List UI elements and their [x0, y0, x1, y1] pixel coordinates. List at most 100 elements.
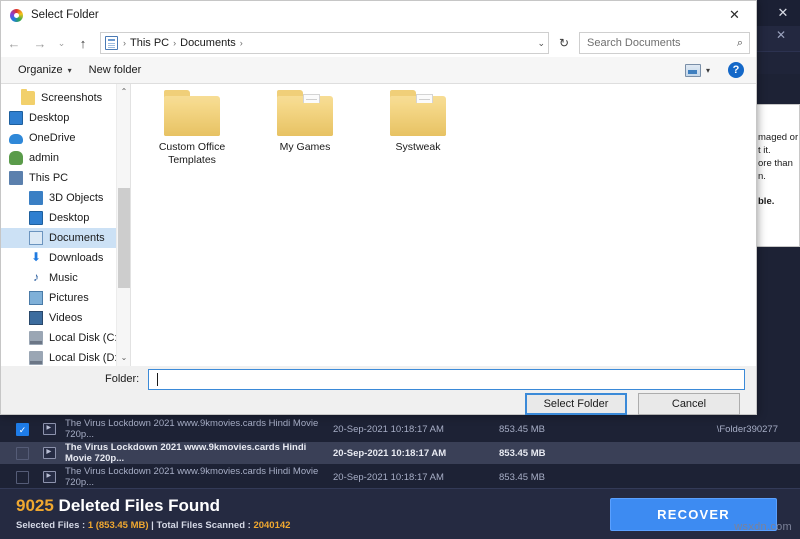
folder-content-pane[interactable]: Custom Office Templates My Games Systwea… — [131, 84, 756, 366]
view-chevron-down-icon[interactable]: ▾ — [706, 66, 710, 75]
folder-field-row: Folder: — [1, 366, 756, 392]
folder-item-my-games[interactable]: My Games — [262, 90, 348, 167]
file-name: The Virus Lockdown 2021 www.9kmovies.car… — [65, 466, 319, 488]
help-icon[interactable]: ? — [728, 62, 744, 78]
pc-icon — [9, 171, 23, 185]
address-bar[interactable]: › This PC › Documents › ⌄ — [100, 32, 549, 54]
tree-list: Screenshots Desktop OneDrive admin This … — [1, 84, 130, 366]
tree-item-label: Music — [49, 272, 78, 284]
forward-button[interactable]: → — [27, 30, 53, 56]
select-folder-dialog: Select Folder ✕ ← → ⌄ ↑ › This PC › Docu… — [0, 0, 757, 415]
file-date: 20-Sep-2021 10:18:17 AM — [333, 423, 444, 435]
navigation-bar: ← → ⌄ ↑ › This PC › Documents › ⌄ ↻ Sear… — [1, 29, 756, 57]
tree-item-label: OneDrive — [29, 132, 76, 144]
folder-grid: Custom Office Templates My Games Systwea… — [149, 90, 461, 167]
monitor-icon — [29, 211, 43, 225]
change-view-icon[interactable] — [684, 63, 701, 77]
row-checkbox[interactable] — [16, 446, 29, 460]
deleted-files-headline: 9025 Deleted Files Found — [16, 496, 220, 516]
folder-icon — [277, 90, 333, 136]
watermark: wsxdn.com — [734, 521, 792, 533]
download-icon: ⬇ — [30, 250, 42, 264]
row-checkbox[interactable] — [16, 470, 29, 484]
chevron-down-icon[interactable]: ▾ — [68, 66, 72, 75]
scroll-up-icon[interactable]: ⌃ — [117, 84, 130, 100]
tree-scrollbar[interactable]: ⌃ ⌄ — [116, 84, 130, 366]
tree-item-this-pc[interactable]: This PC — [1, 168, 130, 188]
breadcrumb-this-pc[interactable]: This PC — [126, 37, 173, 49]
tree-item-label: Pictures — [49, 292, 89, 304]
search-icon: ⌕ — [736, 36, 743, 49]
deleted-files-label: Deleted Files Found — [53, 496, 221, 515]
video-file-icon — [43, 423, 56, 435]
recent-locations-button[interactable]: ⌄ — [53, 30, 70, 56]
app-close-button[interactable]: ✕ — [766, 0, 800, 26]
tree-item-label: This PC — [29, 172, 69, 184]
select-folder-button[interactable]: Select Folder — [525, 393, 627, 415]
search-input[interactable]: Search Documents — [587, 37, 681, 49]
tree-item-pictures[interactable]: Pictures — [1, 288, 130, 308]
tree-item-onedrive[interactable]: OneDrive — [1, 128, 130, 148]
tree-item-label: Local Disk (D:) — [49, 352, 122, 364]
folder-label: Custom Office Templates — [158, 141, 226, 166]
tree-item-documents[interactable]: Documents — [1, 228, 130, 248]
up-button[interactable]: ↑ — [70, 30, 96, 56]
selected-files-label: Selected Files : — [16, 520, 88, 531]
scroll-down-icon[interactable]: ⌄ — [117, 350, 130, 366]
folder-item-systweak[interactable]: Systweak — [375, 90, 461, 167]
music-icon: ♪ — [33, 270, 39, 284]
info-popup-line-3: ore than — [758, 158, 793, 169]
folder-icon — [164, 90, 220, 136]
tree-item-label: Local Disk (C:) — [49, 332, 122, 344]
row-checkbox[interactable]: ✓ — [16, 422, 29, 436]
tree-item-desktop-pc[interactable]: Desktop — [1, 208, 130, 228]
video-file-icon — [43, 447, 56, 459]
new-folder-button[interactable]: New folder — [89, 64, 142, 76]
organize-button[interactable]: Organize — [18, 64, 63, 76]
dialog-body: Screenshots Desktop OneDrive admin This … — [1, 84, 756, 366]
tree-item-music[interactable]: ♪ Music — [1, 268, 130, 288]
tree-item-admin[interactable]: admin — [1, 148, 130, 168]
folder-item-custom-office-templates[interactable]: Custom Office Templates — [149, 90, 235, 167]
user-icon — [9, 151, 23, 165]
tree-item-downloads[interactable]: ⬇ Downloads — [1, 248, 130, 268]
tree-item-label: Documents — [49, 232, 105, 244]
dialog-buttons: Select Folder Cancel — [525, 393, 740, 415]
selected-files-value: 1 (853.45 MB) — [87, 520, 149, 531]
file-size: 853.45 MB — [499, 423, 545, 435]
table-row[interactable]: The Virus Lockdown 2021 www.9kmovies.car… — [0, 442, 800, 464]
tree-item-3d-objects[interactable]: 3D Objects — [1, 188, 130, 208]
tree-item-label: Desktop — [49, 212, 90, 224]
info-popup-line-1: maged or — [758, 132, 799, 143]
address-dropdown-icon[interactable]: ⌄ — [537, 38, 545, 49]
scrollbar-thumb[interactable] — [118, 188, 130, 288]
deleted-files-count: 9025 — [16, 496, 54, 515]
tree-item-label: Desktop — [29, 112, 70, 124]
documents-icon — [29, 231, 43, 245]
tree-item-videos[interactable]: Videos — [1, 308, 130, 328]
dialog-titlebar: Select Folder ✕ — [1, 1, 756, 29]
refresh-button[interactable]: ↻ — [553, 32, 575, 54]
pictures-icon — [29, 291, 43, 305]
tree-item-screenshots[interactable]: Screenshots — [1, 88, 130, 108]
folder-name-input[interactable] — [148, 368, 746, 390]
folder-icon — [21, 89, 35, 105]
folder-location-icon — [105, 36, 118, 50]
tree-item-local-disk-d[interactable]: Local Disk (D:) — [1, 348, 130, 366]
info-popup: maged or t it. ore than n. ble. — [755, 104, 800, 247]
info-popup-line-4: n. — [758, 171, 766, 182]
breadcrumb-documents[interactable]: Documents — [176, 37, 240, 49]
search-box[interactable]: Search Documents ⌕ — [579, 32, 750, 54]
table-row[interactable]: The Virus Lockdown 2021 www.9kmovies.car… — [0, 466, 800, 488]
table-row[interactable]: ✓ The Virus Lockdown 2021 www.9kmovies.c… — [0, 418, 800, 440]
tree-item-desktop[interactable]: Desktop — [1, 108, 130, 128]
folder-label: Systweak — [395, 141, 441, 153]
tree-item-label: Videos — [49, 312, 83, 324]
file-size: 853.45 MB — [499, 447, 546, 459]
app-sub-close-icon[interactable]: ✕ — [776, 28, 786, 42]
back-button[interactable]: ← — [1, 30, 27, 56]
cancel-button[interactable]: Cancel — [638, 393, 740, 415]
dialog-close-button[interactable]: ✕ — [713, 1, 756, 29]
tree-item-local-disk-c[interactable]: Local Disk (C:) — [1, 328, 130, 348]
status-bar: 9025 Deleted Files Found Selected Files … — [0, 488, 800, 539]
